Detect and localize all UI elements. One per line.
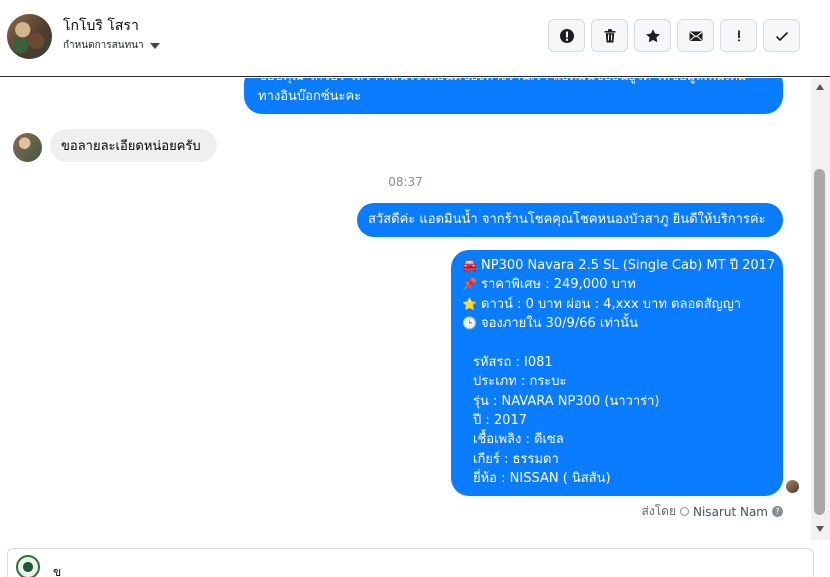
scrollbar-thumb[interactable] — [814, 169, 825, 515]
message-line: รุ่น : NAVARA NP300 (นาวาร่า) — [473, 393, 660, 409]
message-line: ยี่ห้อ : NISSAN ( นิสสัน) — [473, 471, 611, 487]
sender-avatar[interactable] — [13, 133, 42, 162]
scroll-up-arrow-icon[interactable] — [816, 84, 824, 90]
mark-unread-button[interactable] — [677, 19, 714, 52]
done-button[interactable] — [763, 19, 800, 52]
clock-icon: 🕒 — [462, 316, 477, 331]
message-text: ขอลายละเอียดหน่อยครับ — [61, 139, 201, 154]
message-line: 🕒 จองภายใน 30/9/66 เท่านั้น — [462, 314, 772, 333]
conversation-header: โกโบริ โสรา กำหนดการสนทนา — [0, 0, 830, 77]
star-icon: ⭐ — [462, 296, 477, 311]
scroll-down-arrow-icon[interactable] — [816, 526, 824, 532]
message-line: ขอบคุณ โกโบริ โสรา ที่สนใจรถยนต์ของทางร้… — [258, 78, 769, 87]
message-line: ⭐ ดาวน์ : 0 บาท ผ่อน : 4,xxx บาท ตลอดสัญญ… — [462, 295, 772, 314]
outgoing-message-car-details[interactable]: 🚘 NP300 Navara 2.5 SL (Single Cab) MT ปี … — [451, 250, 783, 496]
message-line: รหัสรถ : I081 — [473, 354, 553, 370]
message-line: ประเภท : กระบะ — [473, 374, 567, 390]
envelope-icon — [689, 31, 702, 41]
seen-by-avatar — [786, 480, 799, 493]
scrollbar[interactable] — [811, 78, 830, 540]
important-button[interactable] — [720, 19, 757, 52]
sent-by-name[interactable]: Nisarut Nam — [693, 505, 768, 519]
user-icon — [680, 507, 689, 516]
message-composer[interactable]: ข — [7, 548, 814, 577]
incoming-message[interactable]: ขอลายละเอียดหน่อยครับ — [50, 129, 217, 162]
message-text: สวัสดีค่ะ แอดมินน้ำ จากร้านโชคคุณโชคหนอง… — [368, 212, 766, 228]
message-line: ทางอินบ๊อกซ์นะคะ — [258, 88, 362, 104]
message-line: 🚘 NP300 Navara 2.5 SL (Single Cab) MT ปี … — [462, 256, 775, 275]
report-button[interactable] — [548, 19, 585, 52]
message-line: 📌 ราคาพิเศษ : 249,000 บาท — [462, 275, 772, 294]
message-list[interactable]: ขอบคุณ โกโบริ โสรา ที่สนใจรถยนต์ของทางร้… — [0, 78, 811, 540]
help-icon[interactable]: ? — [772, 506, 783, 517]
sent-by-label: ส่งโดย — [641, 504, 676, 518]
outgoing-message[interactable]: ขอบคุณ โกโบริ โสรา ที่สนใจรถยนต์ของทางร้… — [244, 78, 783, 114]
sent-by-info: ส่งโดย Nisarut Nam ? — [642, 502, 783, 521]
pin-icon: 📌 — [462, 277, 477, 292]
delete-button[interactable] — [591, 19, 628, 52]
star-icon — [645, 28, 660, 42]
trash-icon — [604, 28, 615, 42]
message-line: เชื้อเพลิง : ดีเซล — [473, 432, 564, 448]
outgoing-message[interactable]: สวัสดีค่ะ แอดมินน้ำ จากร้านโชคคุณโชคหนอง… — [357, 203, 783, 237]
caret-down-icon — [149, 42, 160, 49]
contact-avatar[interactable] — [7, 14, 52, 59]
assign-label: กำหนดการสนทนา — [63, 40, 144, 51]
message-line: เกียร์ : ธรรมดา — [473, 451, 559, 467]
message-timestamp: 08:37 — [388, 175, 423, 189]
car-icon: 🚘 — [462, 257, 477, 272]
alert-circle-icon — [559, 28, 574, 43]
page-avatar — [16, 555, 40, 577]
message-line: ปี : 2017 — [473, 413, 527, 429]
message-line-blank — [462, 334, 772, 353]
checkmark-icon — [775, 31, 788, 41]
messenger-window: โกโบริ โสรา กำหนดการสนทนา ทางอินบ๊อกซ์นะ… — [0, 0, 830, 577]
star-button[interactable] — [634, 19, 671, 52]
assign-conversation-dropdown[interactable]: กำหนดการสนทนา — [63, 38, 160, 53]
composer-input-text[interactable]: ข — [53, 563, 61, 577]
contact-name[interactable]: โกโบริ โสรา — [63, 15, 139, 37]
exclamation-icon — [737, 30, 740, 41]
conversation-toolbar — [548, 19, 800, 52]
